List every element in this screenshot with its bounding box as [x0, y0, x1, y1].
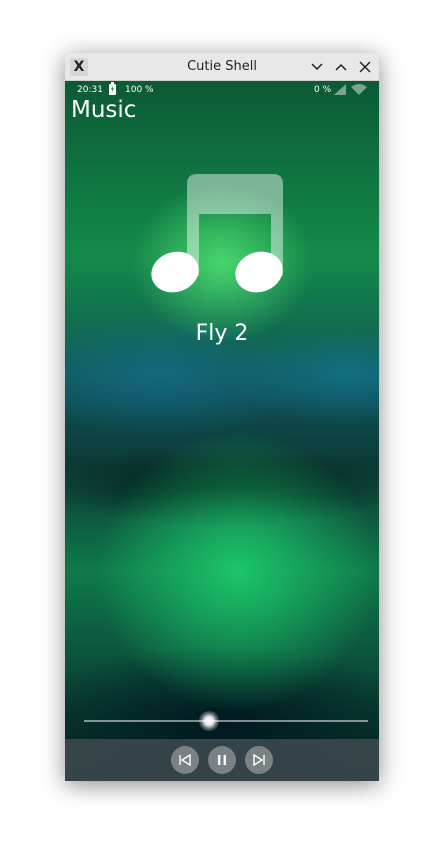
- skip-previous-icon: [179, 753, 191, 767]
- previous-button[interactable]: [171, 746, 199, 774]
- close-button[interactable]: [355, 57, 375, 77]
- next-button[interactable]: [245, 746, 273, 774]
- maximize-button[interactable]: [331, 57, 351, 77]
- seek-bar[interactable]: [84, 720, 368, 722]
- seek-handle[interactable]: [198, 711, 219, 731]
- pause-button[interactable]: [208, 746, 236, 774]
- track-title: Fly 2: [195, 321, 249, 346]
- status-battery: 100 %: [125, 85, 154, 95]
- minimize-button[interactable]: [307, 57, 327, 77]
- chevron-down-icon: [311, 63, 323, 71]
- pause-icon: [218, 755, 226, 765]
- music-note-icon: [151, 174, 283, 293]
- app-window: X Cutie Shell 20:31 100 % 0 % Music Fly …: [65, 53, 379, 781]
- status-time: 20:31: [77, 85, 103, 95]
- app-icon[interactable]: X: [70, 58, 88, 76]
- phone-screen: 20:31 100 % 0 % Music Fly 2: [65, 81, 379, 781]
- window-titlebar[interactable]: X Cutie Shell: [65, 53, 379, 81]
- chevron-up-icon: [335, 63, 347, 71]
- close-icon: [359, 61, 371, 73]
- status-signal-percent: 0 %: [314, 85, 332, 95]
- app-title: Music: [71, 97, 137, 123]
- wifi-icon: [351, 84, 367, 95]
- battery-charging-icon: [109, 82, 116, 95]
- playback-controls: [65, 739, 379, 781]
- cellular-signal-icon: [334, 84, 346, 95]
- skip-next-icon: [253, 753, 265, 767]
